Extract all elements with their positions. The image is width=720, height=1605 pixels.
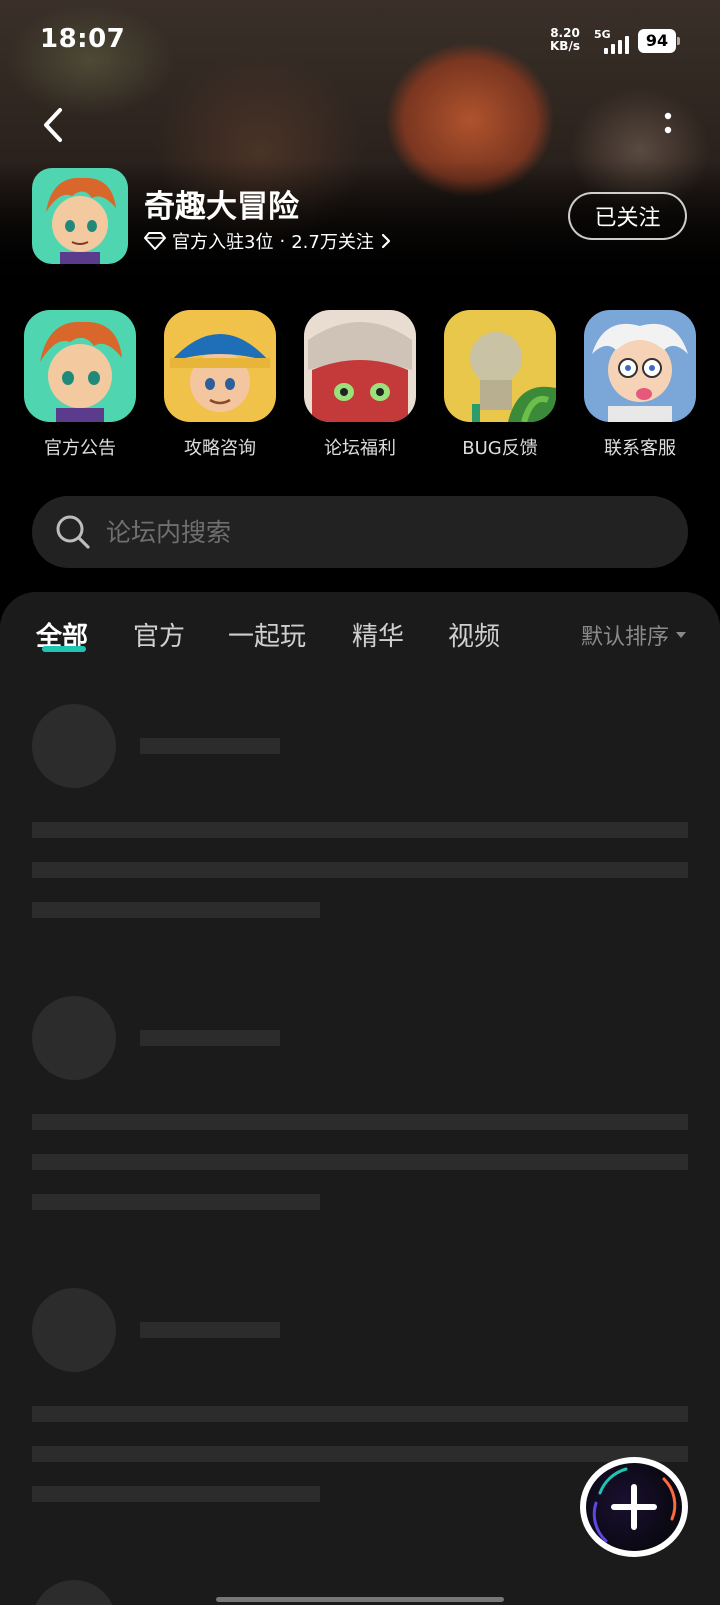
skeleton-avatar xyxy=(32,704,116,788)
skeleton-line xyxy=(32,1154,688,1170)
home-indicator xyxy=(216,1597,504,1602)
shortcut-guide[interactable]: 攻略咨询 xyxy=(150,310,290,460)
shortcut-label: 攻略咨询 xyxy=(184,438,256,459)
skeleton-line xyxy=(32,822,688,838)
search-input[interactable] xyxy=(106,517,606,547)
skeleton-line xyxy=(32,1486,320,1502)
plus-icon xyxy=(592,1467,677,1543)
hero-boy-icon xyxy=(32,168,128,264)
shortcut-row: 官方公告 攻略咨询 论坛福利 BUG反馈 联系客服 xyxy=(0,310,720,460)
followers-count: 2.7万关注 xyxy=(291,232,374,253)
goblin-statue-icon xyxy=(444,310,556,422)
professor-icon xyxy=(584,310,696,422)
shortcut-label: 官方公告 xyxy=(44,438,116,459)
tab-play-together[interactable]: 一起玩 xyxy=(228,616,306,653)
game-icon[interactable] xyxy=(32,168,128,264)
skeleton-name xyxy=(140,1030,280,1046)
shortcut-label: 论坛福利 xyxy=(324,438,396,459)
fab-inner xyxy=(586,1463,682,1551)
search-icon xyxy=(56,515,90,549)
tab-featured[interactable]: 精华 xyxy=(352,616,404,653)
battery-icon: 94 xyxy=(638,29,680,53)
skeleton-line xyxy=(32,862,688,878)
game-meta-link[interactable]: 官方入驻3位 · 2.7万关注 xyxy=(144,228,392,254)
shortcut-benefits[interactable]: 论坛福利 xyxy=(290,310,430,460)
sort-dropdown[interactable]: 默认排序 xyxy=(581,619,687,651)
caret-down-icon xyxy=(676,632,687,638)
forum-search-bar[interactable] xyxy=(32,496,688,568)
status-time: 18:07 xyxy=(40,24,126,54)
skeleton-name xyxy=(140,1322,280,1338)
skeleton-line xyxy=(32,1114,688,1130)
meta-separator: · xyxy=(279,230,286,252)
more-vertical-icon xyxy=(664,112,672,134)
chevron-right-icon xyxy=(381,233,390,249)
shortcut-announcement[interactable]: 官方公告 xyxy=(10,310,150,460)
signal-icon xyxy=(604,36,632,54)
skeleton-name xyxy=(140,738,280,754)
shortcut-label: 联系客服 xyxy=(604,438,676,459)
skeleton-avatar xyxy=(32,1288,116,1372)
hero-boy-icon xyxy=(24,310,136,422)
skeleton-avatar xyxy=(32,1580,116,1605)
shortcut-customer-service[interactable]: 联系客服 xyxy=(570,310,710,460)
chevron-left-icon xyxy=(44,108,62,142)
skeleton-avatar xyxy=(32,996,116,1080)
skeleton-line xyxy=(32,1446,688,1462)
follow-button[interactable]: 已关注 xyxy=(568,192,687,240)
network-speed-unit: KB/s xyxy=(550,39,580,53)
skeleton-line xyxy=(32,902,320,918)
active-tab-indicator xyxy=(42,646,86,652)
tab-bar: 全部 官方 一起玩 精华 视频 默认排序 xyxy=(0,592,720,672)
network-speed: 8.20 KB/s xyxy=(550,27,580,53)
status-bar: 18:07 8.20 KB/s 5G 94 xyxy=(0,0,720,80)
tab-official[interactable]: 官方 xyxy=(133,616,185,653)
create-post-button[interactable] xyxy=(580,1457,688,1557)
diamond-icon xyxy=(144,232,166,250)
sort-label: 默认排序 xyxy=(581,625,670,650)
pirate-captain-icon xyxy=(164,310,276,422)
shortcut-bug-report[interactable]: BUG反馈 xyxy=(430,310,570,460)
tab-video[interactable]: 视频 xyxy=(448,616,500,653)
game-title: 奇趣大冒险 xyxy=(144,189,299,225)
dragon-skull-icon xyxy=(304,310,416,422)
more-options-button[interactable] xyxy=(650,104,686,144)
official-settled-text: 官方入驻3位 xyxy=(172,232,274,253)
skeleton-line xyxy=(32,1194,320,1210)
skeleton-line xyxy=(32,1406,688,1422)
back-button[interactable] xyxy=(32,100,76,150)
shortcut-label: BUG反馈 xyxy=(462,438,538,459)
post-list-panel: 全部 官方 一起玩 精华 视频 默认排序 xyxy=(0,592,720,1605)
